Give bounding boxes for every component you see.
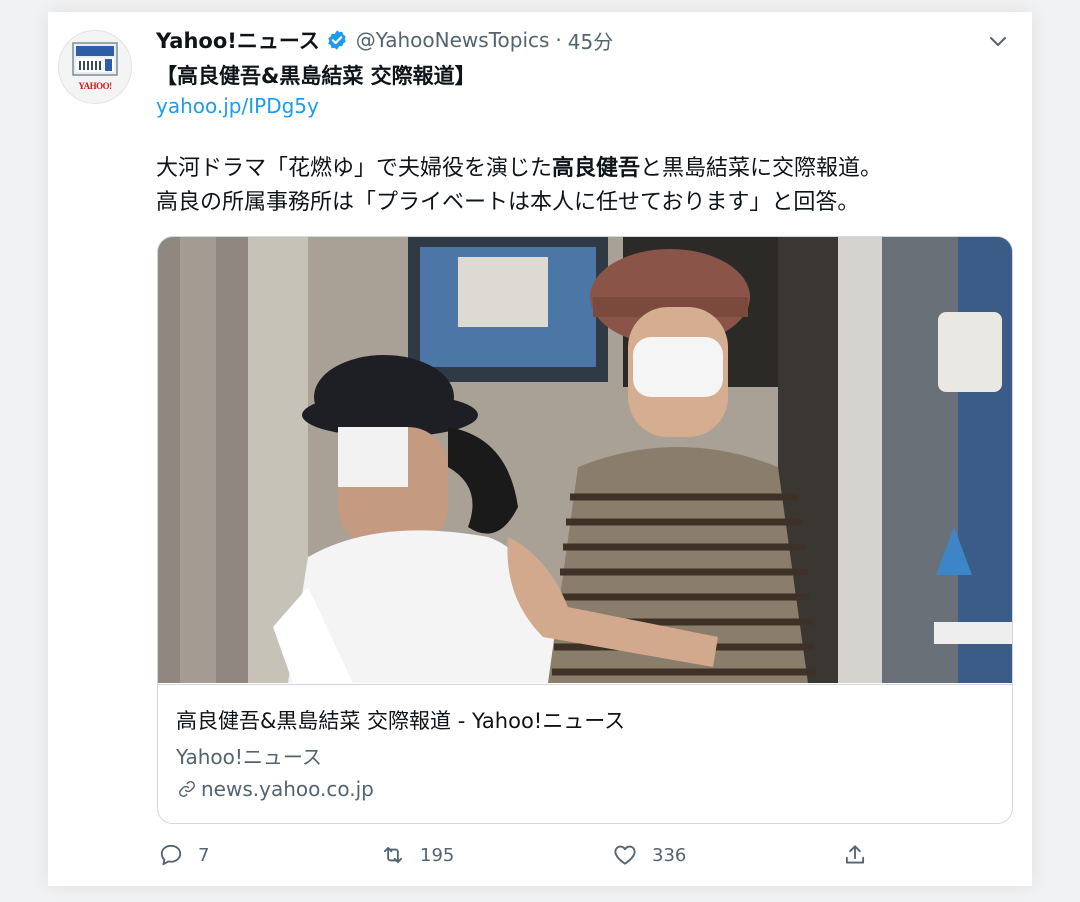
body-text-segment: 大河ドラマ「花燃ゆ」で夫婦役を演じた (156, 156, 553, 181)
tweet-actions: 7 195 336 (158, 842, 1018, 874)
retweet-icon (383, 847, 403, 863)
share-button[interactable] (842, 842, 868, 868)
header-separator: · (555, 28, 562, 52)
link-card-meta: 高良健吾&黒島結菜 交際報道 - Yahoo!ニュース Yahoo!ニュース n… (158, 684, 1012, 823)
link-card-domain-row: news.yahoo.co.jp (176, 777, 374, 801)
reply-icon (160, 844, 182, 866)
timestamp[interactable]: 45分 (568, 26, 613, 55)
share-icon (845, 845, 865, 864)
heart-icon (614, 845, 636, 865)
like-button[interactable]: 336 (612, 842, 686, 868)
like-count: 336 (652, 844, 687, 866)
tweet-short-link[interactable]: yahoo.jp/IPDg5y (156, 94, 319, 118)
display-name[interactable]: Yahoo!ニュース (156, 25, 320, 55)
link-icon (179, 781, 195, 797)
verified-badge-icon (328, 30, 346, 50)
tweet-title: 【高良健吾&黒島結菜 交際報道】 (156, 64, 476, 88)
chevron-down-icon[interactable] (986, 32, 1010, 52)
avatar[interactable]: YAHOO! (58, 30, 132, 104)
tweet-header: Yahoo!ニュース @YahooNewsTopics · 45分 (156, 25, 613, 55)
handle[interactable]: @YahooNewsTopics (356, 28, 550, 52)
link-card-domain: news.yahoo.co.jp (201, 777, 374, 801)
yahoo-news-logo-icon (72, 42, 118, 76)
link-card-title[interactable]: 高良健吾&黒島結菜 交際報道 - Yahoo!ニュース (176, 705, 625, 735)
link-preview-card[interactable]: 高良健吾&黒島結菜 交際報道 - Yahoo!ニュース Yahoo!ニュース n… (157, 236, 1013, 824)
reply-count: 7 (198, 844, 210, 866)
body-text-segment: と黒島結菜に交際報道。 (640, 156, 883, 181)
retweet-count: 195 (420, 844, 455, 866)
avatar-logo-text: YAHOO! (78, 81, 112, 91)
news-photo (158, 237, 1012, 683)
tweet-body: 大河ドラマ「花燃ゆ」で夫婦役を演じた高良健吾と黒島結菜に交際報道。 高良の所属事… (156, 152, 996, 220)
link-card-source: Yahoo!ニュース (176, 745, 322, 769)
body-text-bold: 高良健吾 (552, 156, 641, 181)
retweet-button[interactable]: 195 (380, 842, 454, 868)
reply-button[interactable]: 7 (158, 842, 209, 868)
tweet-body-line-1: 大河ドラマ「花燃ゆ」で夫婦役を演じた高良健吾と黒島結菜に交際報道。 (156, 152, 996, 186)
tweet-body-line-2: 高良の所属事務所は「プライベートは本人に任せております」と回答。 (156, 190, 860, 215)
